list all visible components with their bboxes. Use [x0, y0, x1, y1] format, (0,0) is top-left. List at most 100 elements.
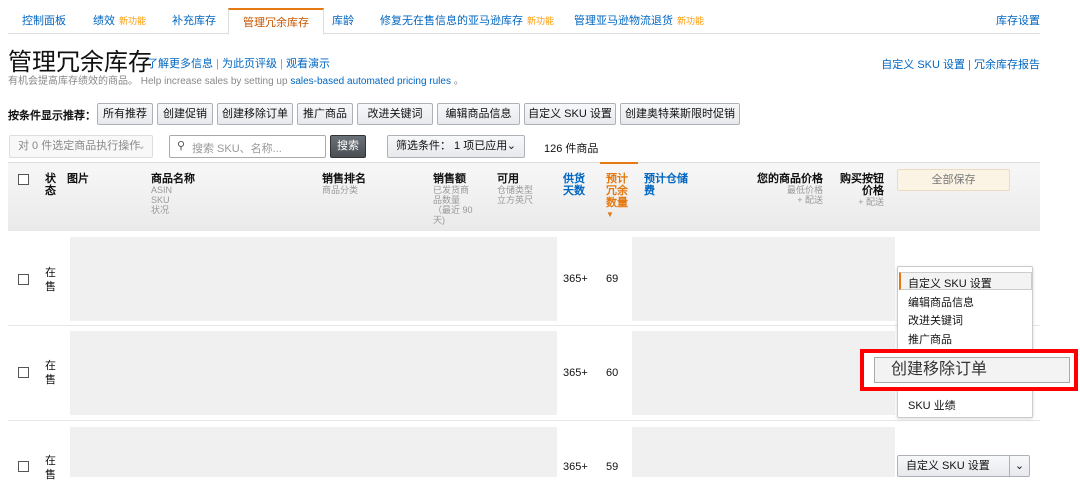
bulk-action-select[interactable]: 对 0 件选定商品执行操作 ⌄ [9, 135, 153, 158]
filter-all-button[interactable]: 所有推荐 [97, 103, 153, 125]
header-price-label: 您的商品价格 [757, 173, 823, 185]
filter-advertise-button[interactable]: 推广商品 [297, 103, 353, 125]
header-links: 了解更多信息 | 为此页评级 | 观看演示 [147, 58, 330, 70]
row-days-supply: 365+ [563, 273, 588, 285]
header-price: 您的商品价格 最低价格 + 配送 [748, 173, 823, 205]
row-action-label: 自定义 SKU 设置 [906, 460, 990, 472]
filter-removal-button[interactable]: 创建移除订单 [217, 103, 293, 125]
menu-item-keywords[interactable]: 改进关键词 [908, 312, 963, 328]
header-status: 状态 [45, 173, 56, 197]
top-right-links: 自定义 SKU 设置 | 冗余库存报告 [881, 59, 1040, 71]
menu-item-create-removal[interactable]: 创建移除订单 [874, 357, 1070, 383]
table-row: 在售 365+ 59 [8, 420, 1040, 481]
subtitle-end: 。 [453, 76, 464, 87]
menu-item-custom-sku[interactable]: 自定义 SKU 设置 [908, 275, 992, 291]
redacted-price-info [632, 331, 895, 415]
redacted-price-info [632, 237, 895, 321]
chevron-down-icon[interactable]: ⌄ [1009, 456, 1029, 476]
new-badge: 新功能 [527, 16, 555, 26]
learn-more-link[interactable]: 了解更多信息 [147, 58, 213, 70]
filter-outlet-deal-button[interactable]: 创建奥特莱斯限时促销 [620, 103, 740, 125]
bulk-action-label: 对 0 件选定商品执行操作 [18, 140, 141, 152]
header-name[interactable]: 商品名称 ASIN SKU 状况 [151, 173, 195, 215]
filter-custom-sku-button[interactable]: 自定义 SKU 设置 [524, 103, 616, 125]
header-days-supply[interactable]: 供货天数 [563, 173, 587, 197]
custom-sku-link[interactable]: 自定义 SKU 设置 [881, 59, 965, 71]
rate-page-link[interactable]: 为此页评级 [222, 58, 277, 70]
row-days-supply: 365+ [563, 367, 588, 379]
header-available-sub: 仓储类型 立方英尺 [497, 185, 534, 205]
header-asin: ASIN [151, 185, 173, 195]
header-image: 图片 [67, 173, 89, 185]
item-count: 126 件商品 [544, 143, 599, 155]
page-subtitle: 有机会提高库存绩效的商品。 Help increase sales by set… [8, 72, 464, 87]
filter-promotion-button[interactable]: 创建促销 [157, 103, 213, 125]
header-available[interactable]: 可用 仓储类型 立方英尺 [497, 173, 539, 205]
header-min-price: 最低价格 [786, 185, 823, 195]
tab-performance[interactable]: 绩效 新功能 [93, 8, 146, 34]
tab-label: 管理冗余库存 [243, 17, 309, 29]
link-label: 库存设置 [996, 15, 1040, 27]
table-row: 在售 365+ 69 [8, 230, 1040, 325]
new-badge: 新功能 [677, 16, 705, 26]
filter-dropdown[interactable]: 筛选条件： 1 项已应用 ⌄ [387, 135, 525, 158]
menu-item-edit-listing[interactable]: 编辑商品信息 [908, 294, 974, 310]
new-badge: 新功能 [119, 16, 147, 26]
sort-indicator [600, 162, 638, 164]
tab-dashboard[interactable]: 控制面板 [22, 8, 66, 34]
header-excess[interactable]: 预计冗余数量 ▼ [606, 173, 630, 221]
filter-edit-listing-button[interactable]: 编辑商品信息 [437, 103, 520, 125]
tab-fix-stranded[interactable]: 修复无在售信息的亚马逊库存 新功能 [380, 8, 554, 34]
row-excess: 69 [606, 273, 619, 285]
sort-down-icon: ▼ [606, 210, 614, 219]
excess-report-link[interactable]: 冗余库存报告 [974, 59, 1040, 71]
redacted-price-info [632, 427, 895, 477]
row-checkbox[interactable] [18, 274, 29, 285]
search-icon: ⚲ [177, 140, 186, 152]
row-checkbox[interactable] [18, 367, 29, 378]
tab-inventory-age[interactable]: 库龄 [332, 8, 354, 34]
filter-label: 筛选条件： 1 项已应用 [396, 140, 508, 152]
redacted-product-info [70, 427, 557, 477]
header-condition: 状况 [151, 205, 170, 215]
tab-label: 库龄 [332, 15, 354, 27]
search-input[interactable]: ⚲ 搜索 SKU、名称... [169, 135, 326, 158]
select-all-checkbox[interactable] [18, 174, 29, 185]
row-status: 在售 [45, 267, 56, 293]
row-days-supply: 365+ [563, 461, 588, 473]
chevron-down-icon: ⌄ [136, 140, 146, 152]
tab-manage-excess[interactable]: 管理冗余库存 [228, 8, 324, 35]
recommend-label: 按条件显示推荐： [8, 110, 96, 122]
pricing-rules-link[interactable]: sales-based automated pricing rules [290, 76, 451, 87]
tab-label: 管理亚马逊物流退货 [574, 15, 673, 27]
header-rank[interactable]: 销售排名 商品分类 [322, 173, 366, 195]
row-action-split-button[interactable]: 自定义 SKU 设置 ⌄ [897, 455, 1030, 477]
row-excess: 59 [606, 461, 619, 473]
header-storage-fee[interactable]: 预计仓储费 [644, 173, 692, 197]
tab-bar: 控制面板 绩效 新功能 补充库存 管理冗余库存 库龄 修复无在售信息的亚马逊库存新… [8, 8, 1040, 35]
menu-item-sku-performance[interactable]: SKU 业绩 [908, 397, 956, 413]
tab-label: 补充库存 [172, 15, 216, 27]
tab-label: 控制面板 [22, 15, 66, 27]
header-rank-label: 销售排名 [322, 173, 366, 185]
chevron-down-icon: ⌄ [506, 140, 516, 152]
search-placeholder: 搜索 SKU、名称... [192, 143, 282, 155]
tab-restock[interactable]: 补充库存 [172, 8, 216, 34]
header-rank-sub: 商品分类 [322, 185, 359, 195]
header-name-label: 商品名称 [151, 173, 195, 185]
tab-label: 修复无在售信息的亚马逊库存 [380, 15, 523, 27]
header-available-label: 可用 [497, 173, 519, 185]
header-buybox-label: 购买按钮价格 [840, 173, 884, 197]
tab-label: 绩效 [93, 15, 115, 27]
save-all-button[interactable]: 全部保存 [897, 169, 1010, 191]
redacted-product-info [70, 237, 557, 321]
tab-fba-returns[interactable]: 管理亚马逊物流退货 新功能 [574, 8, 704, 34]
watch-demo-link[interactable]: 观看演示 [286, 58, 330, 70]
filter-keywords-button[interactable]: 改进关键词 [357, 103, 433, 125]
inventory-settings-link[interactable]: 库存设置 [996, 8, 1040, 34]
header-sales[interactable]: 销售额 已发货商品数量 （最近 90 天) [433, 173, 475, 225]
menu-item-advertise[interactable]: 推广商品 [908, 331, 952, 347]
search-button[interactable]: 搜索 [330, 135, 366, 158]
header-excess-label: 预计冗余数量 [606, 173, 628, 209]
row-checkbox[interactable] [18, 461, 29, 472]
